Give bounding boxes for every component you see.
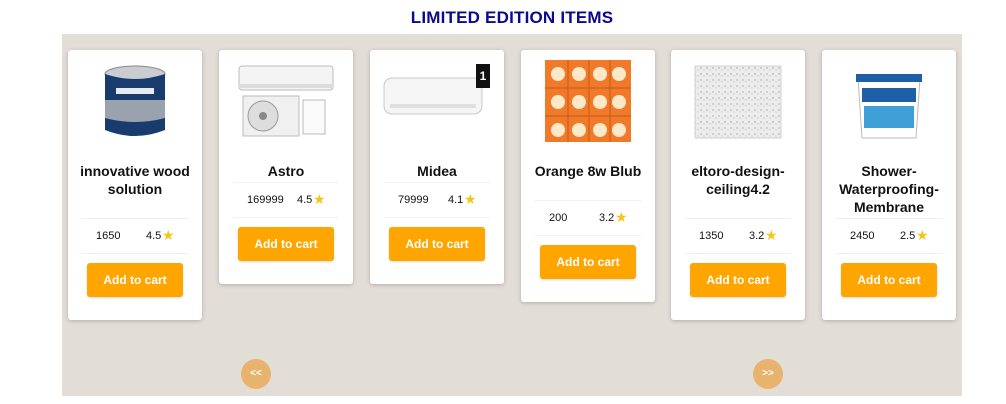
bucket-image [856,74,922,139]
product-rating: 2.5 [900,230,916,242]
split-air-conditioner-image [238,65,334,137]
svg-text:1: 1 [480,69,487,83]
bulb-pack-image [545,60,631,142]
ceiling-tile-image [694,65,782,139]
product-price: 1650 [96,230,121,242]
product-name: innovative wood solution [80,163,190,197]
product-meta: 1650 4.5 ★ [82,218,188,254]
product-rating: 4.5 [146,230,162,242]
product-price: 79999 [398,194,429,206]
product-card[interactable]: eltoro-design-ceiling4.2 1350 3.2 ★ Add … [671,50,805,320]
carousel-prev-button[interactable]: << [241,359,271,389]
star-icon: ★ [162,227,175,243]
star-icon: ★ [916,227,929,243]
product-card[interactable]: Shower-Waterproofing-Membrane 2450 2.5 ★… [822,50,956,320]
star-icon: ★ [313,191,326,207]
section-title: LIMITED EDITION ITEMS [410,8,614,27]
star-icon: ★ [615,209,628,225]
product-card[interactable]: Astro 169999 4.5 ★ Add to cart [219,50,353,284]
star-icon: ★ [464,191,477,207]
product-name: Astro [267,163,305,179]
product-card[interactable]: innovative wood solution 1650 4.5 ★ Add … [68,50,202,320]
product-name: Midea [417,163,457,179]
product-price: 200 [549,212,568,224]
add-to-cart-button[interactable]: Add to cart [389,227,485,261]
product-meta: 1350 3.2 ★ [685,218,791,254]
product-rating: 3.2 [749,230,765,242]
product-price: 2450 [850,230,875,242]
product-card[interactable]: 1 Midea 79999 4.1 ★ Add to cart [370,50,504,284]
product-card[interactable]: Orange 8w Blub 200 3.2 ★ Add to cart [521,50,655,302]
product-name: Shower-Waterproofing-Membrane [839,163,939,215]
product-meta: 169999 4.5 ★ [233,182,339,218]
star-icon: ★ [765,227,778,243]
product-rating: 3.2 [599,212,615,224]
paint-can-image [104,65,166,136]
wall-air-conditioner-image: 1 [383,64,490,115]
add-to-cart-button[interactable]: Add to cart [540,245,636,279]
product-price: 169999 [247,194,284,206]
product-meta: 2450 2.5 ★ [836,218,942,254]
product-name: Orange 8w Blub [534,163,642,179]
product-rating: 4.5 [297,194,313,206]
add-to-cart-button[interactable]: Add to cart [238,227,334,261]
product-rating: 4.1 [448,194,464,206]
product-name: eltoro-design-ceiling4.2 [691,163,785,197]
add-to-cart-button[interactable]: Add to cart [690,263,786,297]
product-price: 1350 [699,230,724,242]
carousel-next-button[interactable]: >> [753,359,783,389]
product-meta: 200 3.2 ★ [535,200,641,236]
product-meta: 79999 4.1 ★ [384,182,490,218]
add-to-cart-button[interactable]: Add to cart [87,263,183,297]
add-to-cart-button[interactable]: Add to cart [841,263,937,297]
